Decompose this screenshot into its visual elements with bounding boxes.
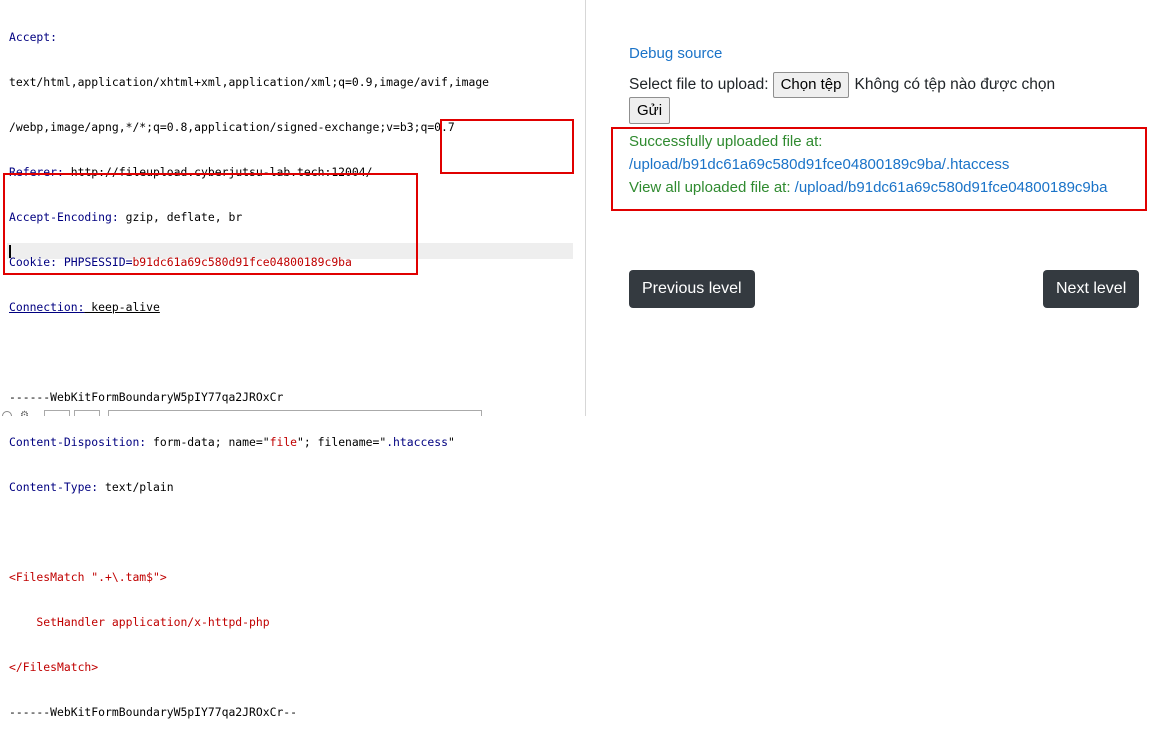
header-key: Content-Type: — [9, 480, 99, 494]
no-file-chosen-text: Không có tệp nào được chọn — [854, 76, 1056, 93]
search-input[interactable] — [108, 410, 482, 416]
submit-button[interactable]: Gửi — [629, 97, 671, 124]
header-key: Accept: — [9, 30, 58, 44]
request-line: SetHandler application/x-httpd-php — [9, 615, 575, 630]
http-request-body[interactable]: Accept: text/html,application/xhtml+xml,… — [9, 0, 575, 750]
filename-value: .htaccess — [386, 435, 448, 449]
filesmatch-open: <FilesMatch ".+\.tam$"> — [9, 570, 167, 584]
request-line: Accept: — [9, 30, 575, 45]
header-key: Content-Disposition: — [9, 435, 147, 449]
debug-source-link[interactable]: Debug source — [629, 45, 722, 62]
request-line: Content-Disposition: form-data; name="fi… — [9, 435, 455, 449]
help-icon[interactable] — [2, 411, 12, 416]
request-line — [9, 345, 575, 360]
back-button[interactable] — [44, 410, 70, 416]
filename-highlight-box — [440, 119, 574, 174]
header-key: Connection: — [9, 300, 85, 314]
view-all-link[interactable]: /upload/b91dc61a69c580d91fce04800189c9ba — [795, 179, 1108, 196]
request-line: Content-Type: text/plain — [9, 480, 575, 495]
uploaded-file-link[interactable]: /upload/b91dc61a69c580d91fce04800189c9ba… — [629, 156, 1009, 173]
choose-file-button[interactable]: Chọn tệp — [772, 72, 850, 98]
header-value: text/html,application/xhtml+xml,applicat… — [9, 75, 490, 89]
request-line: Connection: keep-alive — [9, 300, 575, 315]
header-value: /webp,image/apng,*/*;q=0.8,application/s… — [9, 120, 455, 134]
sethandler-line: SetHandler application/x-httpd-php — [9, 615, 270, 629]
success-message: Successfully uploaded file at: — [629, 133, 823, 150]
upload-result: Successfully uploaded file at: /upload/b… — [629, 130, 1107, 199]
editor-toolbar: ⚙ — [0, 410, 586, 416]
file-select-row: Select file to upload: Chọn tệp Không có… — [629, 72, 1055, 98]
request-line: </FilesMatch> — [9, 660, 575, 675]
next-level-button[interactable]: Next level — [1043, 270, 1140, 308]
select-file-label: Select file to upload: — [629, 76, 769, 93]
filesmatch-close: </FilesMatch> — [9, 660, 99, 674]
field-name-value: file — [269, 435, 298, 449]
payload-highlight-box — [3, 173, 418, 275]
request-line: <FilesMatch ".+\.tam$"> — [9, 570, 575, 585]
forward-button[interactable] — [74, 410, 100, 416]
header-value: text/plain — [98, 480, 174, 494]
request-line — [9, 525, 575, 540]
previous-level-button[interactable]: Previous level — [629, 270, 755, 308]
request-line: text/html,application/xhtml+xml,applicat… — [9, 75, 575, 90]
view-all-label: View all uploaded file at: — [629, 179, 791, 196]
request-line: ------WebKitFormBoundaryW5pIY77qa2JROxCr… — [9, 705, 575, 720]
boundary-end-line: ------WebKitFormBoundaryW5pIY77qa2JROxCr… — [9, 705, 298, 719]
upload-page: Debug source Select file to upload: Chọn… — [586, 0, 1176, 416]
gear-icon[interactable]: ⚙ — [20, 410, 32, 416]
request-line: ------WebKitFormBoundaryW5pIY77qa2JROxCr — [9, 390, 575, 405]
header-value: keep-alive — [84, 300, 160, 314]
boundary-line: ------WebKitFormBoundaryW5pIY77qa2JROxCr — [9, 390, 284, 404]
